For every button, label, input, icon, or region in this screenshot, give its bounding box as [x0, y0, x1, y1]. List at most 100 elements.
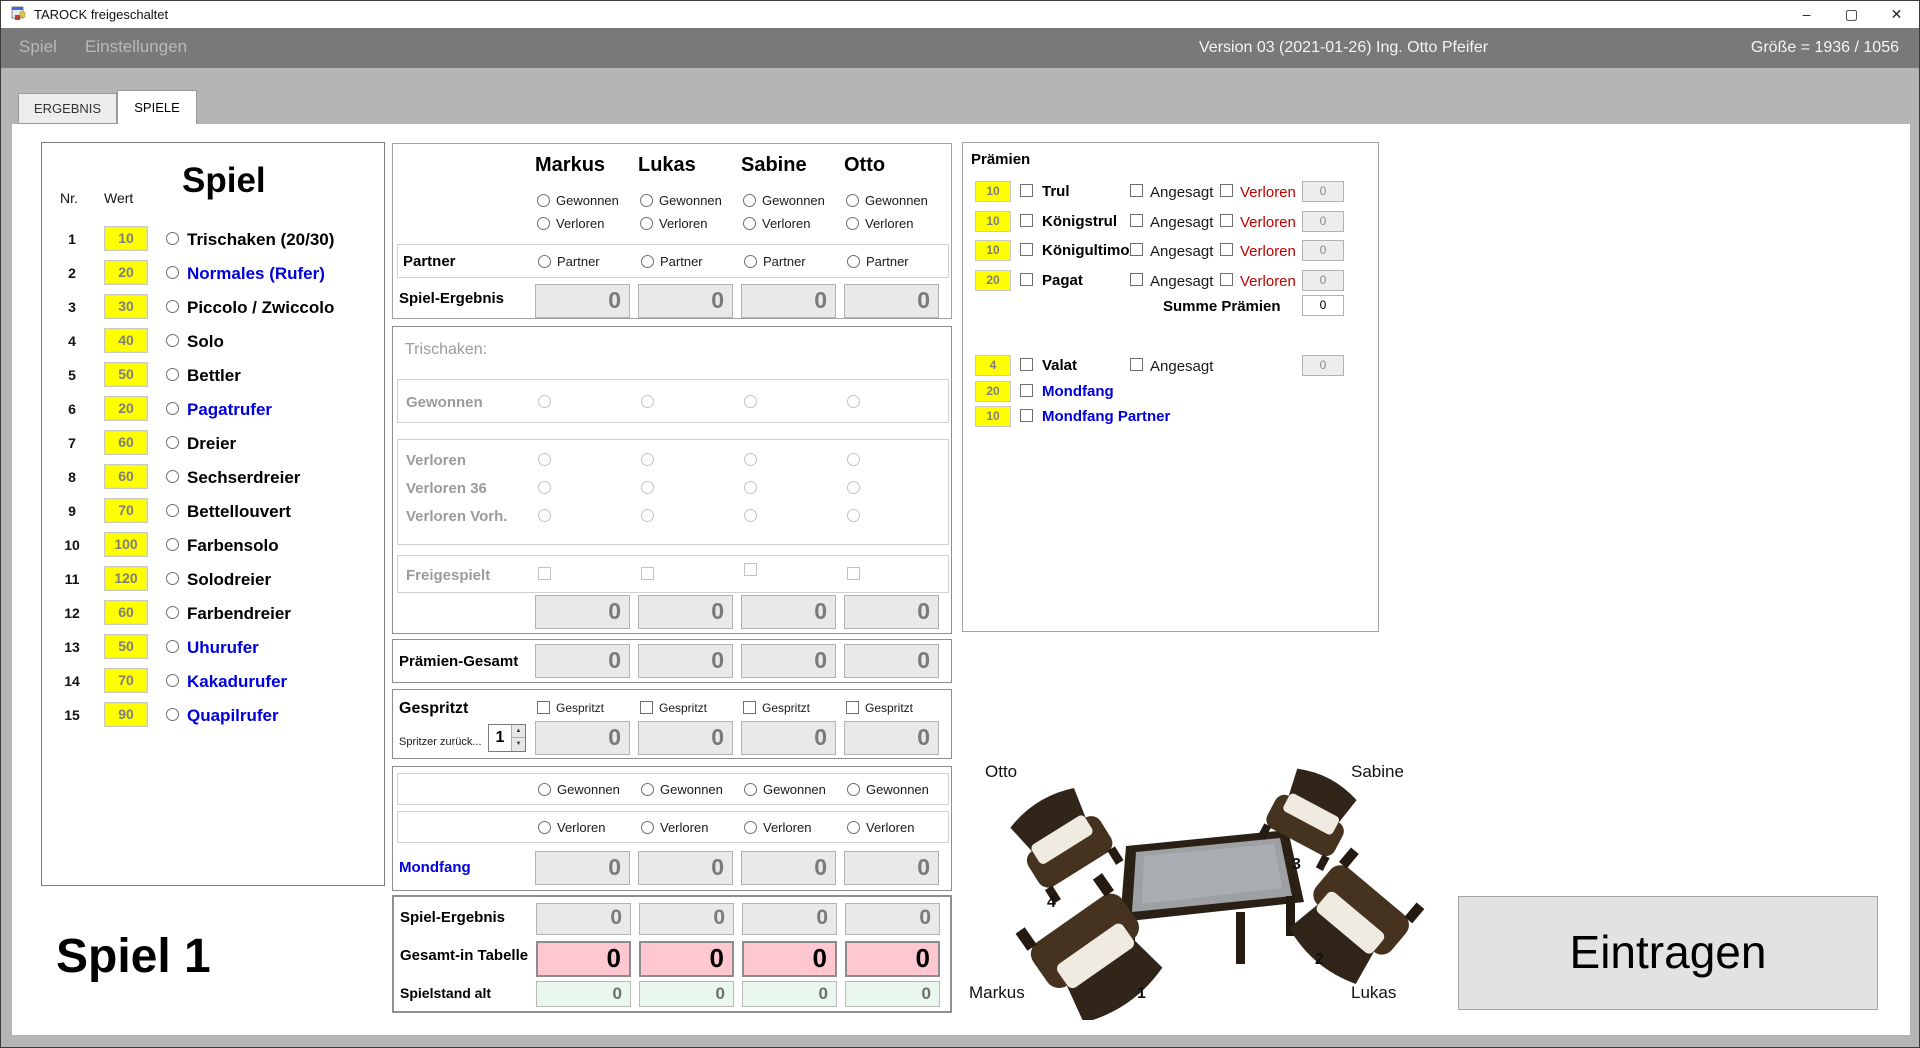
verloren-radio-otto[interactable] [846, 217, 859, 230]
koenigultimo-verloren-checkbox[interactable] [1220, 243, 1233, 256]
game-radio[interactable] [166, 572, 179, 585]
koenigstrul-verloren-checkbox[interactable] [1220, 214, 1233, 227]
close-button[interactable]: ✕ [1874, 1, 1919, 28]
partner-radio-sabine[interactable] [744, 255, 757, 268]
maximize-button[interactable]: ▢ [1829, 1, 1874, 28]
game-wert-field[interactable]: 10 [104, 226, 148, 251]
game-radio[interactable] [166, 504, 179, 517]
game-radio[interactable] [166, 402, 179, 415]
praemie-wert-field[interactable]: 10 [975, 181, 1011, 202]
partner-label: Partner [866, 254, 909, 269]
game-wert-field[interactable]: 60 [104, 600, 148, 625]
game-radio[interactable] [166, 436, 179, 449]
trul-checkbox[interactable] [1020, 184, 1033, 197]
game-wert-field[interactable]: 50 [104, 362, 148, 387]
game-radio[interactable] [166, 606, 179, 619]
seating-photo [968, 754, 1451, 1020]
valat-checkbox[interactable] [1020, 358, 1033, 371]
game-name: Trischaken (20/30) [187, 226, 334, 253]
game-radio[interactable] [166, 538, 179, 551]
tab-ergebnis[interactable]: ERGEBNIS [18, 93, 117, 124]
mondfang-gewonnen-radio-markus[interactable] [538, 783, 551, 796]
pagat-angesagt-checkbox[interactable] [1130, 273, 1143, 286]
valat-angesagt-checkbox[interactable] [1130, 358, 1143, 371]
gespritzt-checkbox-otto[interactable] [846, 701, 859, 714]
partner-radio-otto[interactable] [847, 255, 860, 268]
trischaken-verloren-vorh-radio [847, 509, 860, 522]
game-wert-field[interactable]: 40 [104, 328, 148, 353]
gewonnen-radio-markus[interactable] [537, 194, 550, 207]
game-wert-field[interactable]: 70 [104, 498, 148, 523]
spinner-up-icon[interactable]: ▲ [511, 725, 525, 738]
mondfang-gewonnen-radio-lukas[interactable] [641, 783, 654, 796]
verloren-radio-lukas[interactable] [640, 217, 653, 230]
trul-angesagt-checkbox[interactable] [1130, 184, 1143, 197]
valat-wert-field[interactable]: 4 [975, 355, 1011, 376]
game-name: Kakadurufer [187, 668, 287, 695]
koenigstrul-angesagt-checkbox[interactable] [1130, 214, 1143, 227]
mondfang-verloren-radio-lukas[interactable] [641, 821, 654, 834]
koenigstrul-checkbox[interactable] [1020, 214, 1033, 227]
game-radio[interactable] [166, 708, 179, 721]
partner-radio-lukas[interactable] [641, 255, 654, 268]
verloren-radio-sabine[interactable] [743, 217, 756, 230]
koenigultimo-checkbox[interactable] [1020, 243, 1033, 256]
game-wert-field[interactable]: 70 [104, 668, 148, 693]
game-nr: 4 [56, 328, 88, 354]
game-row: 1350Uhurufer [42, 634, 384, 662]
spinner-down-icon[interactable]: ▼ [511, 738, 525, 751]
game-radio[interactable] [166, 640, 179, 653]
gewonnen-radio-otto[interactable] [846, 194, 859, 207]
game-wert-field[interactable]: 120 [104, 566, 148, 591]
menu-spiel[interactable]: Spiel [19, 37, 57, 57]
game-radio[interactable] [166, 300, 179, 313]
game-radio[interactable] [166, 334, 179, 347]
spritzer-spinner[interactable]: 1 ▲ ▼ [488, 724, 526, 752]
mondfang-partner-wert-field[interactable]: 10 [975, 406, 1011, 427]
gespritzt-checkbox-lukas[interactable] [640, 701, 653, 714]
game-wert-field[interactable]: 20 [104, 260, 148, 285]
praemie-wert-field[interactable]: 20 [975, 270, 1011, 291]
pagat-verloren-checkbox[interactable] [1220, 273, 1233, 286]
mondfang-verloren-radio-sabine[interactable] [744, 821, 757, 834]
game-wert-field[interactable]: 50 [104, 634, 148, 659]
mondfang-partner-checkbox[interactable] [1020, 409, 1033, 422]
game-radio[interactable] [166, 232, 179, 245]
praemie-wert-field[interactable]: 10 [975, 211, 1011, 232]
game-radio[interactable] [166, 266, 179, 279]
trischaken-verloren-radio [538, 453, 551, 466]
game-wert-field[interactable]: 20 [104, 396, 148, 421]
game-row: 11120Solodreier [42, 566, 384, 594]
game-wert-field[interactable]: 30 [104, 294, 148, 319]
game-radio[interactable] [166, 470, 179, 483]
minimize-button[interactable]: – [1784, 1, 1829, 28]
tab-spiele[interactable]: SPIELE [117, 90, 197, 124]
gespritzt-checkbox-sabine[interactable] [743, 701, 756, 714]
game-wert-field[interactable]: 60 [104, 430, 148, 455]
mondfang-verloren-radio-markus[interactable] [538, 821, 551, 834]
game-wert-field[interactable]: 90 [104, 702, 148, 727]
partner-radio-markus[interactable] [538, 255, 551, 268]
menu-einstellungen[interactable]: Einstellungen [85, 37, 187, 57]
mondfang-wert-field[interactable]: 20 [975, 381, 1011, 402]
mondfang-gewonnen-radio-otto[interactable] [847, 783, 860, 796]
gewonnen-label: Gewonnen [763, 782, 826, 797]
game-wert-field[interactable]: 100 [104, 532, 148, 557]
gewonnen-radio-sabine[interactable] [743, 194, 756, 207]
mondfang-gewonnen-radio-sabine[interactable] [744, 783, 757, 796]
game-radio[interactable] [166, 674, 179, 687]
gewonnen-radio-lukas[interactable] [640, 194, 653, 207]
praemie-wert-field[interactable]: 10 [975, 240, 1011, 261]
eintragen-button[interactable]: Eintragen [1458, 896, 1878, 1010]
game-wert-field[interactable]: 60 [104, 464, 148, 489]
pagat-checkbox[interactable] [1020, 273, 1033, 286]
mondfang-checkbox[interactable] [1020, 384, 1033, 397]
koenigultimo-angesagt-checkbox[interactable] [1130, 243, 1143, 256]
game-row: 330Piccolo / Zwiccolo [42, 294, 384, 322]
gespritzt-checkbox-markus[interactable] [537, 701, 550, 714]
game-radio[interactable] [166, 368, 179, 381]
game-name: Piccolo / Zwiccolo [187, 294, 334, 321]
verloren-radio-markus[interactable] [537, 217, 550, 230]
trul-verloren-checkbox[interactable] [1220, 184, 1233, 197]
mondfang-verloren-radio-otto[interactable] [847, 821, 860, 834]
